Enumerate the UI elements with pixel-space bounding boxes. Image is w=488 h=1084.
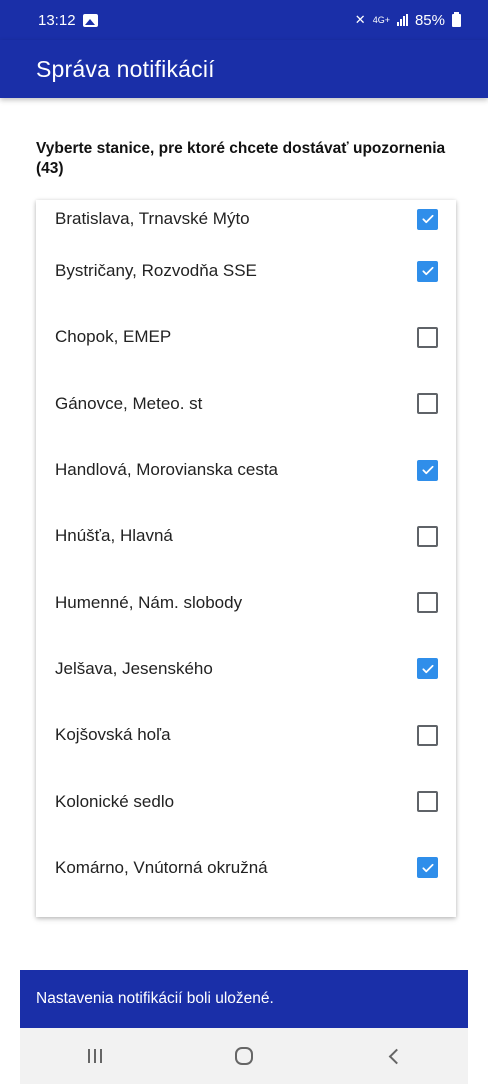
station-checkbox[interactable] — [417, 592, 438, 614]
station-row[interactable]: Bratislava, Trnavské Mýto — [36, 200, 456, 238]
station-name: Chopok, EMEP — [55, 327, 172, 347]
station-row[interactable]: Handlová, Morovianska cesta — [36, 437, 456, 503]
status-time: 13:12 — [38, 11, 76, 29]
station-checkbox[interactable] — [417, 326, 438, 348]
station-row[interactable]: Kolonické sedlo — [36, 768, 456, 834]
station-checkbox[interactable] — [417, 525, 438, 547]
recents-icon — [87, 1049, 102, 1063]
station-checkbox[interactable] — [417, 459, 438, 481]
station-row[interactable]: Komárno, Vnútorná okružná — [36, 835, 456, 901]
station-checkbox[interactable] — [417, 857, 438, 879]
page-title: Správa notifikácií — [36, 55, 215, 82]
station-list-heading: Vyberte stanice, pre ktoré chcete dostáv… — [36, 140, 446, 177]
station-name: Kolonické sedlo — [55, 791, 175, 811]
mute-icon: ✕ — [354, 12, 366, 27]
station-name: Bratislava, Trnavské Mýto — [55, 209, 250, 228]
station-name: Jelšava, Jesenského — [55, 658, 213, 678]
checkmark-icon — [421, 214, 434, 224]
station-checkbox[interactable] — [417, 724, 438, 746]
checkmark-icon — [421, 664, 434, 674]
checkmark-icon — [421, 267, 434, 276]
recents-button[interactable] — [65, 1036, 125, 1076]
station-checkbox[interactable] — [417, 658, 438, 680]
station-row[interactable]: Jelšava, Jesenského — [36, 636, 456, 702]
station-name: Kojšovská hoľa — [55, 725, 171, 745]
network-type-label: 4G+ — [372, 14, 390, 25]
station-name: Komárno, Vnútorná okružná — [55, 857, 268, 877]
status-right: ✕ 4G+ 85% — [354, 11, 461, 29]
station-name: Humenné, Nám. slobody — [55, 592, 243, 612]
station-row[interactable]: Gánovce, Meteo. st — [36, 371, 456, 437]
home-button[interactable] — [214, 1036, 274, 1076]
status-left: 13:12 — [38, 12, 98, 29]
station-list[interactable]: Bratislava, Trnavské Mýto Bystričany, Roz… — [36, 200, 456, 917]
system-nav-bar — [20, 1028, 468, 1084]
station-row[interactable]: Kojšovská hoľa — [36, 702, 456, 768]
back-icon — [388, 1048, 405, 1064]
checkmark-icon — [421, 863, 434, 872]
station-checkbox[interactable] — [417, 260, 438, 282]
checkmark-icon — [421, 465, 434, 475]
station-row[interactable]: Bystričany, Rozvodňa SSE — [36, 238, 456, 304]
app-bar: Správa notifikácií — [0, 40, 488, 98]
station-name: Bystričany, Rozvodňa SSE — [55, 261, 257, 281]
status-bar: 13:12 ✕ 4G+ 85% — [0, 0, 488, 40]
station-name: Gánovce, Meteo. st — [55, 393, 203, 413]
station-checkbox[interactable] — [417, 791, 438, 813]
station-row[interactable]: Humenné, Nám. slobody — [36, 569, 456, 635]
home-icon — [234, 1047, 253, 1065]
snackbar-message: Nastavenia notifikácií boli uložené. — [36, 990, 274, 1007]
station-name: Handlová, Morovianska cesta — [55, 460, 279, 480]
snackbar: Nastavenia notifikácií boli uložené. — [20, 970, 468, 1028]
signal-icon — [396, 14, 408, 26]
station-checkbox[interactable] — [417, 208, 438, 230]
station-name: Hnúšťa, Hlavná — [55, 526, 173, 546]
station-row[interactable]: Hnúšťa, Hlavná — [36, 503, 456, 569]
gallery-icon — [82, 13, 98, 27]
station-checkbox[interactable] — [417, 393, 438, 415]
station-row[interactable]: Chopok, EMEP — [36, 304, 456, 370]
back-button[interactable] — [363, 1036, 423, 1076]
battery-icon — [452, 11, 461, 27]
battery-percent: 85% — [414, 11, 445, 29]
